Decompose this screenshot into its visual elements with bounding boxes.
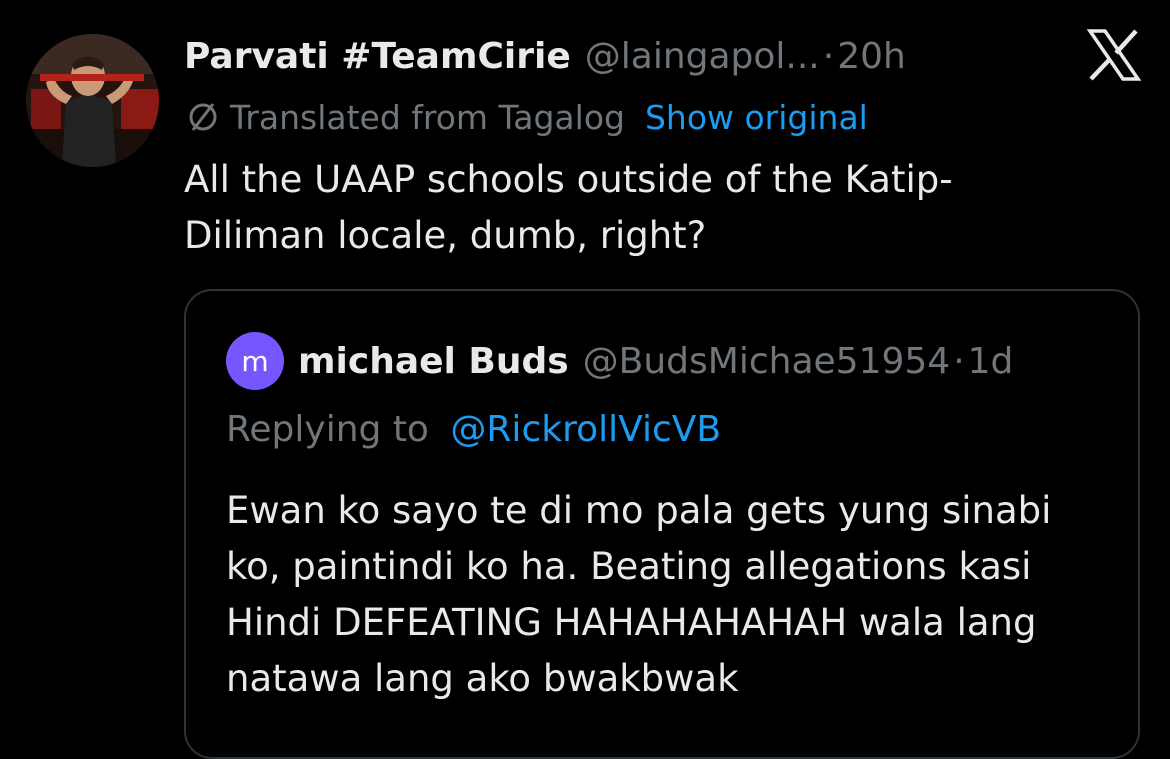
separator-dot: · — [822, 35, 835, 77]
author-name[interactable]: Parvati #TeamCirie — [184, 36, 571, 77]
author-handle[interactable]: @laingapol... — [585, 36, 820, 77]
show-original-link[interactable]: Show original — [645, 98, 868, 137]
translation-notice: Translated from Tagalog Show original — [184, 94, 868, 140]
quote-author-handle[interactable]: @BudsMichae51954 — [583, 341, 951, 382]
quote-author-avatar[interactable]: m — [226, 332, 284, 390]
quoted-tweet-card[interactable]: m michael Buds @BudsMichae51954 · 1d Rep… — [184, 289, 1140, 759]
author-avatar[interactable] — [26, 34, 159, 167]
quote-author-name[interactable]: michael Buds — [298, 341, 569, 382]
replying-to: Replying to @RickrollVicVB — [226, 409, 721, 450]
translate-icon — [189, 103, 217, 131]
translated-label: Translated from Tagalog — [230, 97, 625, 137]
replying-to-label: Replying to — [226, 409, 429, 450]
tweet-text: All the UAAP schools outside of the Kati… — [184, 158, 953, 257]
replying-to-handle-link[interactable]: @RickrollVicVB — [450, 409, 721, 450]
quote-header: m michael Buds @BudsMichae51954 · 1d — [226, 332, 1014, 390]
quote-timestamp[interactable]: 1d — [968, 341, 1014, 382]
tweet-header: Parvati #TeamCirie @laingapol... · 20h — [184, 30, 906, 82]
x-logo-icon[interactable] — [1086, 28, 1142, 82]
quote-separator-dot: · — [953, 340, 965, 382]
tweet-timestamp[interactable]: 20h — [837, 36, 906, 77]
avatar-photo — [26, 34, 159, 167]
quote-text: Ewan ko sayo te di mo pala gets yung sin… — [226, 489, 1052, 700]
